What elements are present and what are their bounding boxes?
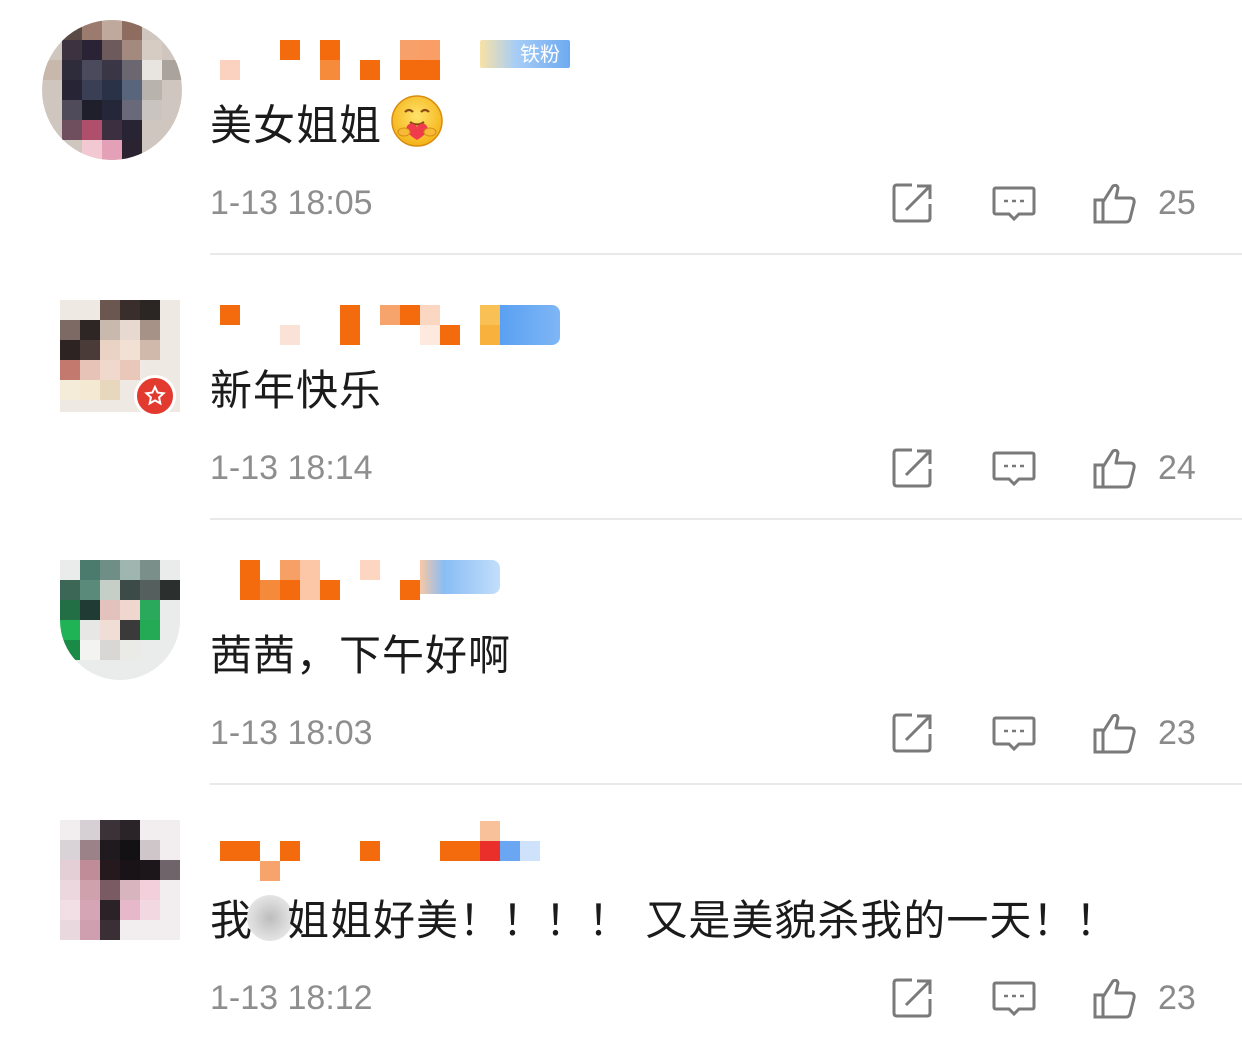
fan-badge-label: 铁粉 <box>520 42 560 66</box>
share-forward-icon[interactable] <box>890 180 936 226</box>
thumbs-up-icon[interactable] <box>1092 975 1138 1021</box>
thumbs-up-icon[interactable] <box>1092 445 1138 491</box>
divider <box>210 253 1242 255</box>
avatar[interactable] <box>42 20 182 160</box>
thumbs-up-icon[interactable] <box>1092 710 1138 756</box>
comment-text: 新年快乐 <box>210 366 383 415</box>
comment-item[interactable]: 新年快乐 1-13 18:14 24 <box>0 265 1242 530</box>
comment-time: 1-13 18:03 <box>210 714 373 752</box>
comment-time: 1-13 18:14 <box>210 449 373 487</box>
username-obscured[interactable] <box>220 305 580 345</box>
avatar[interactable] <box>60 820 180 940</box>
comment-item[interactable]: 茜茜，下午好啊 1-13 18:03 23 <box>0 530 1242 795</box>
comment-time: 1-13 18:12 <box>210 979 373 1017</box>
thumbs-up-icon[interactable] <box>1092 180 1138 226</box>
comment-text-content: 美女姐姐 <box>210 101 383 150</box>
comment-item[interactable]: 铁粉 美女姐姐 1-13 18:05 25 <box>0 0 1242 265</box>
username-obscured[interactable]: 铁粉 <box>220 40 580 80</box>
comment-bubble-icon[interactable] <box>991 180 1037 226</box>
share-forward-icon[interactable] <box>890 975 936 1021</box>
like-count: 25 <box>1158 184 1196 222</box>
divider <box>210 783 1242 785</box>
share-forward-icon[interactable] <box>890 710 936 756</box>
comment-text: 美女姐姐 <box>210 92 444 153</box>
like-count: 24 <box>1158 449 1196 487</box>
comment-bubble-icon[interactable] <box>991 710 1037 756</box>
like-count: 23 <box>1158 979 1196 1017</box>
comment-bubble-icon[interactable] <box>991 445 1037 491</box>
username-obscured[interactable] <box>220 821 580 881</box>
comment-item[interactable]: 我姐姐好美！！！！ 又是美貌杀我的一天！！ 1-13 18:12 23 <box>0 795 1242 1060</box>
share-forward-icon[interactable] <box>890 445 936 491</box>
comment-text-content: 姐姐好美！！！！ 又是美貌杀我的一天！！ <box>287 896 1119 945</box>
star-badge-icon <box>134 375 176 417</box>
avatar[interactable] <box>60 560 180 680</box>
comment-text: 我姐姐好美！！！！ 又是美貌杀我的一天！！ <box>210 887 1118 948</box>
comment-bubble-icon[interactable] <box>991 975 1037 1021</box>
hugging-face-emoji <box>390 94 444 148</box>
divider <box>210 518 1242 520</box>
like-count: 23 <box>1158 714 1196 752</box>
comment-time: 1-13 18:05 <box>210 184 373 222</box>
comment-text: 茜茜，下午好啊 <box>210 631 512 680</box>
username-obscured[interactable] <box>220 560 580 610</box>
